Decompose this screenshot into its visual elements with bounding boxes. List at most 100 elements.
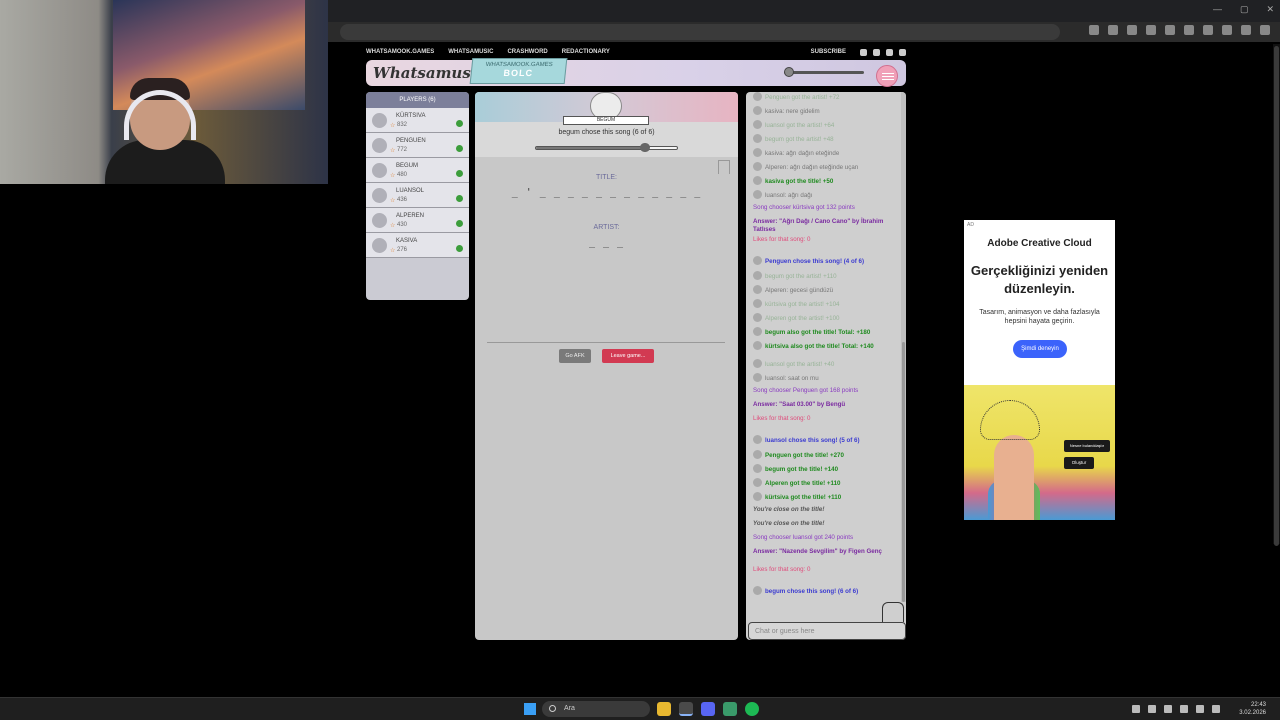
chat-message-text: kasiva got the title! +50 <box>765 178 834 185</box>
chat-message-text: Alperen: gecesi gündüzü <box>765 287 834 294</box>
player-name: PENGUEN <box>396 138 426 144</box>
star-icon: ☆ <box>390 123 396 129</box>
chat-message-text: Likes for that song: 0 <box>753 236 811 243</box>
chat-message-text: kürtsiva also got the title! Total: +140 <box>765 343 874 350</box>
game-panel: BEGUM begum chose this song (6 of 6) TIT… <box>475 92 738 640</box>
chat-message-text: kürtsiva got the title! +110 <box>765 494 842 501</box>
chat-message: Penguen got the artist! +72 <box>753 92 898 102</box>
chat-like-button[interactable] <box>882 602 904 622</box>
star-icon: ☆ <box>390 223 396 229</box>
chat-message: Penguen chose this song! (4 of 6) <box>753 256 898 266</box>
chat-message: luansol chose this song! (5 of 6) <box>753 435 898 445</box>
discord-icon[interactable] <box>899 48 906 56</box>
chat-message-text: begum got the artist! +110 <box>765 273 837 280</box>
chat-avatar <box>753 106 762 115</box>
chat-message: Answer: "Saat 03.00" by Bengü <box>753 401 898 409</box>
nav-crashword[interactable]: CRASHWORD <box>507 49 547 55</box>
window-controls[interactable]: — ▢ ✕ <box>1213 4 1274 15</box>
spotify-icon[interactable] <box>745 702 759 716</box>
chat-message: You're close on the title! <box>753 520 898 528</box>
player-name: KÜRTSIVA <box>396 113 426 119</box>
address-bar[interactable] <box>340 24 1060 40</box>
page-scrollbar[interactable] <box>1273 44 1280 546</box>
player-row: KASIVA ☆ 276 <box>366 233 469 258</box>
chat-avatar <box>753 492 762 501</box>
player-name: ALPEREN <box>396 213 425 219</box>
chat-message: begum got the artist! +110 <box>753 271 898 281</box>
chat-message-text: Penguen got the artist! +72 <box>765 94 840 101</box>
taskbar-search[interactable]: Ara <box>542 701 650 717</box>
chat-message-text: Penguen chose this song! (4 of 6) <box>765 258 865 265</box>
chat-message: Alperen: ağrı dağın eteğinde uçan <box>753 162 898 172</box>
chat-message: You're close on the title! <box>753 506 898 514</box>
tiktok-icon[interactable] <box>886 48 893 56</box>
start-button[interactable] <box>524 703 536 715</box>
star-icon: ☆ <box>390 173 396 179</box>
chat-message: begum chose this song! (6 of 6) <box>753 586 898 596</box>
game-header: Whatsamusic WHATSAMOOK.GAMES BOLC <box>366 58 906 87</box>
player-score: 276 <box>397 247 408 253</box>
nav-redactionary[interactable]: REDACTIONARY <box>562 49 610 55</box>
chat-avatar <box>753 341 762 350</box>
chat-message: begum also got the title! Total: +180 <box>753 327 898 337</box>
bookmark-icon[interactable] <box>718 160 730 174</box>
chat-message-text: You're close on the title! <box>753 506 825 513</box>
chat-message-text: Alperen got the artist! +100 <box>765 315 840 322</box>
chat-avatar <box>753 327 762 336</box>
song-progress-fill <box>536 147 646 149</box>
player-score: 772 <box>397 147 408 153</box>
site-nav: WHATSAMOOK.GAMES WHATSAMUSIC CRASHWORD R… <box>366 45 906 59</box>
chat-scrollbar[interactable] <box>901 92 906 602</box>
volume-knob[interactable] <box>784 67 794 77</box>
song-progress-knob <box>640 143 650 152</box>
webcam-overlay <box>0 0 328 184</box>
chrome-icon[interactable] <box>679 702 693 716</box>
player-name: BEGUM <box>396 163 419 169</box>
file-explorer-icon[interactable] <box>657 702 671 716</box>
nav-home[interactable]: WHATSAMOOK.GAMES <box>366 49 434 55</box>
ad-tag: AD <box>967 222 974 228</box>
chat-message: Alperen got the title! +110 <box>753 478 898 488</box>
chat-message: kürtsiva got the artist! +104 <box>753 299 898 309</box>
ad-subtext: Tasarım, animasyon ve daha fazlasıyla he… <box>979 309 1100 325</box>
player-avatar <box>372 138 387 153</box>
browser-extensions[interactable] <box>1089 25 1270 35</box>
title-blanks: _ ' _ _ _ _ _ _ _ _ _ _ _ _ <box>511 187 702 198</box>
chat-message: begum got the title! +140 <box>753 464 898 474</box>
system-tray[interactable] <box>1132 705 1220 713</box>
chat-message-text: luansol: ağrı dağı <box>765 192 813 199</box>
chat-avatar <box>753 285 762 294</box>
nav-whatsamusic[interactable]: WHATSAMUSIC <box>448 49 493 55</box>
clock-date: 3.02.2026 <box>1239 710 1266 716</box>
chat-message-text: Song chooser kürtsiva got 132 points <box>753 204 855 211</box>
app-icon[interactable] <box>723 702 737 716</box>
chat-message-text: Penguen got the title! +270 <box>765 452 844 459</box>
go-afk-button[interactable]: Go AFK <box>559 349 591 363</box>
chat-message: luansol got the artist! +40 <box>753 359 898 369</box>
volume-slider[interactable] <box>784 71 864 74</box>
chat-message: kasiva: ağrı dağın eteğinde <box>753 148 898 158</box>
chat-avatar <box>753 271 762 280</box>
leave-game-button[interactable]: Leave game... <box>602 349 654 363</box>
discord-app-icon[interactable] <box>701 702 715 716</box>
player-row: BEGUM ☆ 480 <box>366 158 469 183</box>
chat-input[interactable]: Chat or guess here <box>748 622 906 640</box>
clock-time: 22:43 <box>1250 702 1266 708</box>
chat-message: Likes for that song: 0 <box>753 415 898 423</box>
logo[interactable]: Whatsamusic <box>373 64 486 82</box>
advertisement[interactable]: AD Adobe Creative Cloud Gerçekliğinizi y… <box>964 220 1115 520</box>
ad-cta-button[interactable]: Şimdi deneyin <box>1013 340 1067 358</box>
room-site: WHATSAMOOK.GAMES <box>485 62 553 68</box>
chat-message: Likes for that song: 0 <box>753 566 898 574</box>
chat-message: Penguen got the title! +270 <box>753 450 898 460</box>
chat-message-text: You're close on the title! <box>753 520 825 527</box>
taskbar-search-label: Ara <box>564 705 575 712</box>
nav-subscribe[interactable]: SUBSCRIBE <box>811 49 846 55</box>
instagram-icon[interactable] <box>873 48 880 56</box>
clock[interactable]: 22:43 3.02.2026 <box>1239 701 1266 717</box>
chat-message: Alperen got the artist! +100 <box>753 313 898 323</box>
chat-avatar <box>753 373 762 382</box>
menu-button[interactable] <box>876 65 898 87</box>
twitter-icon[interactable] <box>860 48 867 56</box>
chat-message-text: Answer: "Nazende Sevgilim" by Figen Genç <box>753 548 882 555</box>
